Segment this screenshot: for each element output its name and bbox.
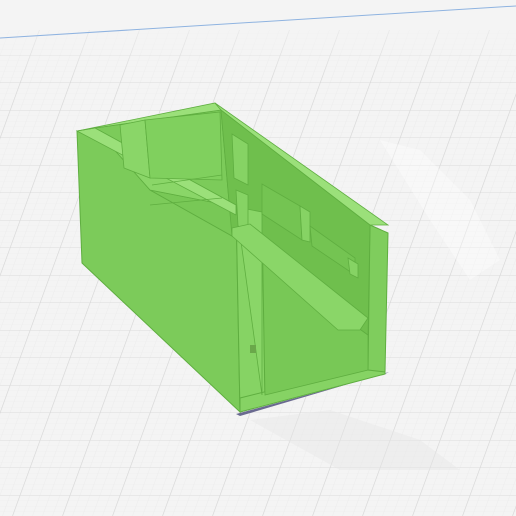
model-front-wall-right (367, 224, 389, 373)
model-rib-2 (235, 189, 249, 231)
viewport-canvas[interactable] (0, 0, 516, 516)
3d-viewport[interactable] (0, 0, 516, 516)
model-rib-4 (299, 205, 311, 243)
model-small-tab (250, 345, 256, 353)
model-back-divider-face (144, 111, 223, 181)
